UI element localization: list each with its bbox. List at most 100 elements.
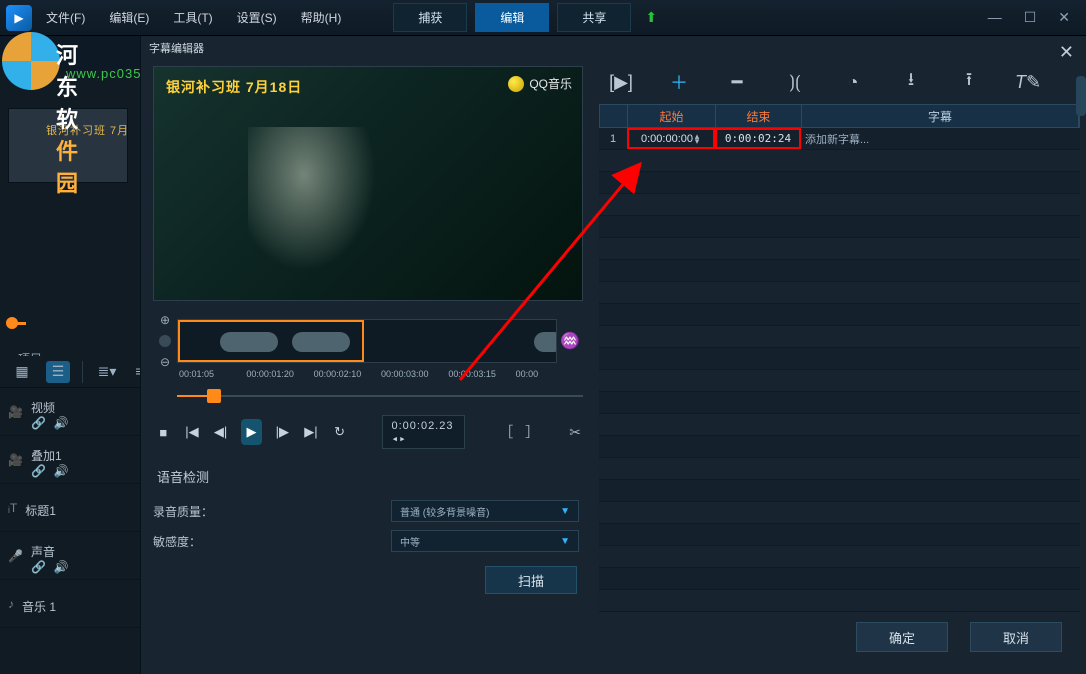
grid-body: 1 0:00:00:00▴▾ 0:00:02:24 添加新字幕... <box>599 128 1080 612</box>
speaker-icon[interactable]: 🔊 <box>54 464 69 478</box>
video-overlay-title: 银河补习班 7月18日 <box>166 77 302 97</box>
row-number: 1 <box>599 128 627 149</box>
window-controls: — ☐ ✕ <box>988 9 1080 26</box>
mic-icon: 🎤 <box>8 549 23 563</box>
tab-edit[interactable]: 编辑 <box>475 3 549 32</box>
quality-label: 录音质量： <box>153 503 243 520</box>
music-icon: ♪ <box>8 597 14 611</box>
waveform[interactable] <box>177 319 557 363</box>
voice-detect-heading: 语音检测 <box>157 467 583 486</box>
start-time-cell[interactable]: 0:00:00:00▴▾ <box>627 128 715 149</box>
step-back-button[interactable]: ◀| <box>212 421 229 443</box>
scan-button[interactable]: 扫描 <box>485 566 577 594</box>
mini-scrubber[interactable] <box>6 320 132 336</box>
scrubber[interactable] <box>177 387 583 405</box>
watermark-logo-icon <box>2 32 60 90</box>
ok-button[interactable]: 确定 <box>856 622 948 652</box>
sensitivity-label: 敏感度： <box>153 533 243 550</box>
zoom-controls: ⊕ ⊖ <box>153 313 177 369</box>
app-icon: ▶ <box>6 5 32 31</box>
tab-capture[interactable]: 捕获 <box>393 3 467 32</box>
timecode-field[interactable]: 0:00:02.23 ◂▸ <box>382 415 464 449</box>
link-icon[interactable]: 🔗 <box>31 464 46 478</box>
waveform-timestamps: 00:01:0500:00:01:2000:00:02:1000:00:03:0… <box>179 369 583 379</box>
dialog-footer: 确定 取消 <box>599 612 1080 662</box>
stop-button[interactable]: ■ <box>155 421 172 443</box>
menu-help[interactable]: 帮助(H) <box>291 5 352 30</box>
sensitivity-select[interactable]: 中等▼ <box>391 530 579 552</box>
track-label: 音乐 1 <box>22 598 56 615</box>
import-icon[interactable]: ⭳ <box>899 67 923 97</box>
subtitle-text-cell[interactable]: 添加新字幕... <box>801 128 1080 149</box>
subtitle-row[interactable]: 1 0:00:00:00▴▾ 0:00:02:24 添加新字幕... <box>599 128 1080 150</box>
quality-select[interactable]: 普通 (较多背景噪音)▼ <box>391 500 579 522</box>
track-video[interactable]: 🎥 视频 🔗 🔊 <box>0 388 140 436</box>
scrollbar[interactable] <box>1076 76 1086 116</box>
track-label: 声音 <box>31 543 69 560</box>
text-style-icon[interactable]: T✎ <box>1015 72 1039 93</box>
subtitle-toolbar: [▶] ＋ ━ ⟯⟮ ◔ ⭳ ⭱ T✎ <box>599 60 1080 104</box>
maximize-icon[interactable]: ☐ <box>1024 9 1037 26</box>
zoom-in-icon[interactable]: ⊕ <box>160 313 170 327</box>
speaker-icon[interactable]: 🔊 <box>54 560 69 574</box>
dialog-title: 字幕编辑器 <box>141 36 1086 60</box>
track-audio[interactable]: 🎤 声音 🔗 🔊 <box>0 532 140 580</box>
track-label: 视频 <box>31 399 69 416</box>
offset-icon[interactable]: ◔ <box>841 72 865 93</box>
zoom-slider[interactable] <box>159 335 171 347</box>
grid-header: 起始 结束 字幕 <box>599 104 1080 128</box>
menu-edit[interactable]: 编辑(E) <box>99 5 159 30</box>
menu-settings[interactable]: 设置(S) <box>227 5 287 30</box>
close-icon[interactable]: ✕ <box>1058 9 1070 26</box>
camera-icon: 🎥 <box>8 453 23 467</box>
col-start[interactable]: 起始 <box>628 105 716 127</box>
play-button[interactable]: ▶ <box>241 419 262 445</box>
speaker-icon[interactable]: 🔊 <box>54 416 69 430</box>
close-icon[interactable]: ✕ <box>1059 42 1074 63</box>
camera-icon: 🎥 <box>8 405 23 419</box>
track-music[interactable]: ♪ 音乐 1 <box>0 580 140 628</box>
track-label: 叠加1 <box>31 447 69 464</box>
minimize-icon[interactable]: — <box>988 9 1002 26</box>
timeline-view-icon[interactable]: ☰ <box>46 361 70 383</box>
video-preview[interactable]: 银河补习班 7月18日 QQ音乐 <box>153 66 583 301</box>
loop-button[interactable]: ↻ <box>331 421 348 443</box>
qq-music-badge: QQ音乐 <box>508 75 572 92</box>
cut-icon[interactable]: ✂ <box>569 424 581 441</box>
col-subtitle[interactable]: 字幕 <box>802 105 1079 127</box>
mark-in-icon[interactable]: ［ <box>499 422 513 442</box>
prev-button[interactable]: |◀ <box>184 421 201 443</box>
menu-bar: ▶ 文件(F) 编辑(E) 工具(T) 设置(S) 帮助(H) 捕获 编辑 共享… <box>0 0 1086 36</box>
link-icon[interactable]: 🔗 <box>31 416 46 430</box>
menu-file[interactable]: 文件(F) <box>36 5 95 30</box>
qq-logo-icon <box>508 76 524 92</box>
add-icon[interactable]: ＋ <box>667 69 691 95</box>
link-icon[interactable]: 🔗 <box>31 560 46 574</box>
tab-share[interactable]: 共享 <box>557 3 631 32</box>
storyboard-view-icon[interactable]: ▦ <box>10 361 34 383</box>
track-title[interactable]: ᵢT 标题1 <box>0 484 140 532</box>
subtitle-grid-panel: [▶] ＋ ━ ⟯⟮ ◔ ⭳ ⭱ T✎ 起始 结束 字幕 1 0:00:00:0… <box>593 60 1086 662</box>
track-overlay[interactable]: 🎥 叠加1 🔗 🔊 <box>0 436 140 484</box>
upload-icon[interactable]: ⬆ <box>645 9 657 26</box>
step-fwd-button[interactable]: |▶ <box>274 421 291 443</box>
remove-icon[interactable]: ━ <box>725 72 749 93</box>
audio-analyze-icon[interactable]: ♒ <box>557 331 583 351</box>
col-end[interactable]: 结束 <box>716 105 802 127</box>
transport-controls: ■ |◀ ◀| ▶ |▶ ▶| ↻ 0:00:02.23 ◂▸ ［ ］ ✂ <box>153 411 583 453</box>
cancel-button[interactable]: 取消 <box>970 622 1062 652</box>
next-button[interactable]: ▶| <box>303 421 320 443</box>
watermark-name: 河东软件园 <box>56 38 81 198</box>
tool-list-icon[interactable]: ≣▾ <box>95 361 119 383</box>
sensitivity-row: 敏感度： 中等▼ <box>153 530 583 552</box>
preview-panel: 银河补习班 7月18日 QQ音乐 ⊕ ⊖ ♒ 00:01:0500:0 <box>141 60 593 662</box>
track-label: 标题1 <box>25 502 56 519</box>
waveform-row: ⊕ ⊖ ♒ <box>153 313 583 369</box>
menu-tools[interactable]: 工具(T) <box>163 5 222 30</box>
mark-out-icon[interactable]: ］ <box>525 422 539 442</box>
play-range-icon[interactable]: [▶] <box>609 72 633 93</box>
end-time-cell[interactable]: 0:00:02:24 <box>715 128 801 149</box>
merge-icon[interactable]: ⟯⟮ <box>783 72 807 93</box>
export-icon[interactable]: ⭱ <box>957 67 981 97</box>
zoom-out-icon[interactable]: ⊖ <box>160 355 170 369</box>
